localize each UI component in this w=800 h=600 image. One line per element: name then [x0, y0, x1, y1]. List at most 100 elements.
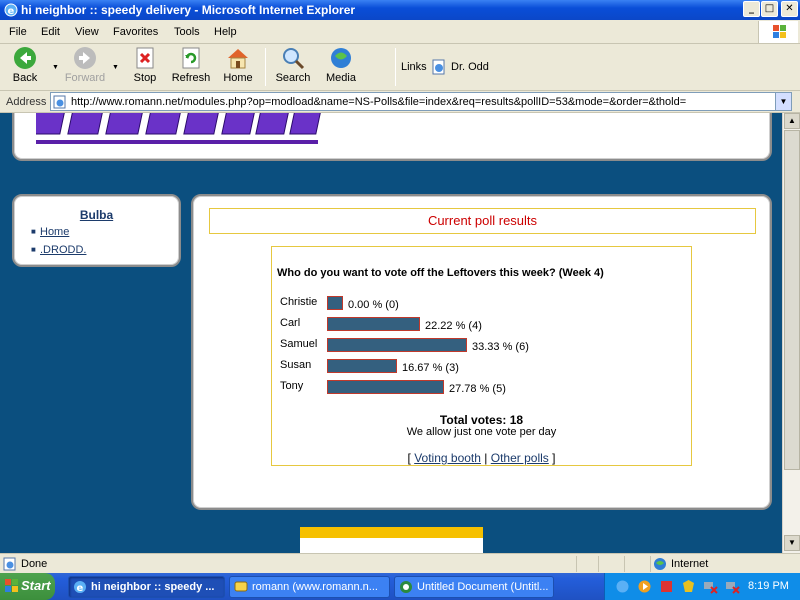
ie-tray-icon[interactable]: [615, 579, 630, 594]
stop-button[interactable]: Stop: [128, 46, 162, 84]
windows-start-icon: [5, 579, 18, 592]
poll-option-percent: 27.78 % (5): [449, 383, 506, 395]
poll-result-bar: [327, 359, 397, 373]
bullet-icon: ■: [31, 245, 36, 254]
sidebar-title[interactable]: Bulba: [14, 208, 179, 222]
link-dr-odd[interactable]: Dr. Odd: [451, 61, 489, 73]
home-button[interactable]: Home: [220, 46, 256, 84]
menu-tools[interactable]: Tools: [174, 26, 200, 38]
chat-icon: [234, 581, 248, 592]
network-error-icon-2[interactable]: [725, 579, 740, 594]
task-messenger[interactable]: romann (www.romann.n...: [229, 576, 390, 598]
ie-icon: e: [4, 3, 18, 17]
app-tray-icon[interactable]: [659, 579, 674, 594]
vertical-scrollbar[interactable]: ▲ ▼: [782, 113, 800, 553]
main-content: Current poll results Who do you want to …: [191, 194, 772, 510]
address-input[interactable]: http://www.romann.net/modules.php?op=mod…: [50, 92, 792, 111]
link-separator: |: [484, 451, 488, 465]
search-icon: [283, 48, 305, 70]
menu-help[interactable]: Help: [214, 26, 237, 38]
bracket-close: ]: [552, 451, 556, 465]
total-votes: Total votes: 18: [439, 413, 524, 427]
banner-stripe: [300, 527, 483, 538]
maximize-button[interactable]: □: [761, 1, 778, 17]
start-button[interactable]: Start: [0, 573, 55, 600]
sidebar-block: Bulba ■ Home ■ .DRODD.: [12, 194, 181, 267]
svg-text:e: e: [77, 583, 84, 594]
dreamweaver-icon: [400, 581, 412, 593]
minimize-button[interactable]: _: [743, 1, 760, 17]
address-dropdown-icon[interactable]: ▼: [775, 93, 791, 110]
windows-flag-icon: [773, 25, 786, 38]
page-done-icon: [3, 557, 16, 571]
poll-links: [ Voting booth | Other polls ]: [272, 451, 691, 465]
menu-favorites[interactable]: Favorites: [113, 26, 158, 38]
toolbar: Back ▼ Forward ▼ Stop Refresh Home Searc…: [0, 44, 800, 91]
media-player-icon[interactable]: [637, 579, 652, 594]
voting-booth-link[interactable]: Voting booth: [414, 451, 481, 465]
refresh-icon: [182, 47, 200, 69]
security-tray-icon[interactable]: [681, 579, 696, 594]
back-button[interactable]: Back: [6, 46, 44, 84]
footer-banner[interactable]: [300, 527, 483, 553]
stop-icon: [136, 47, 154, 69]
status-segment: [598, 556, 624, 572]
poll-option-percent: 33.33 % (6): [472, 341, 529, 353]
task-untitled-document[interactable]: Untitled Document (Untitl...: [394, 576, 554, 598]
title-bar[interactable]: e hi neighbor :: speedy delivery - Micro…: [0, 0, 800, 20]
windows-logo: [758, 21, 798, 43]
forward-button[interactable]: Forward: [62, 46, 108, 84]
poll-results-box: Who do you want to vote off the Leftover…: [271, 246, 692, 466]
clock: 8:19 PM: [748, 580, 789, 592]
page-link-icon: [432, 59, 445, 75]
address-label: Address: [6, 96, 47, 108]
poll-result-bar: [327, 296, 343, 310]
poll-option-name: Samuel: [280, 338, 318, 350]
menu-edit[interactable]: Edit: [41, 26, 60, 38]
status-segment: [576, 556, 598, 572]
network-error-icon[interactable]: [703, 579, 718, 594]
other-polls-link[interactable]: Other polls: [491, 451, 549, 465]
sidebar-link-drodd[interactable]: .DRODD.: [40, 244, 86, 256]
close-button[interactable]: ✕: [781, 1, 798, 17]
toolbar-separator: [395, 48, 396, 86]
taskbar: Start e hi neighbor :: speedy ... romann…: [0, 573, 800, 600]
poll-option-name: Christie: [280, 296, 318, 308]
links-label: Links: [401, 61, 427, 73]
internet-globe-icon: [654, 558, 666, 570]
bullet-icon: ■: [31, 227, 36, 236]
poll-question: Who do you want to vote off the Leftover…: [277, 267, 604, 279]
poll-option-row: Samuel 33.33 % (6): [272, 338, 687, 356]
menu-file[interactable]: File: [9, 26, 27, 38]
system-tray: 8:19 PM: [604, 573, 800, 600]
security-zone: Internet: [650, 556, 800, 572]
poll-option-name: Carl: [280, 317, 301, 329]
media-button[interactable]: Media: [323, 46, 359, 84]
back-dropdown-icon[interactable]: ▼: [52, 64, 59, 71]
scroll-down-icon[interactable]: ▼: [784, 535, 800, 551]
task-ie-window[interactable]: e hi neighbor :: speedy ...: [68, 576, 225, 598]
sidebar-link-home[interactable]: Home: [40, 226, 69, 238]
poll-option-percent: 16.67 % (3): [402, 362, 459, 374]
forward-arrow-icon: [74, 47, 96, 69]
poll-option-row: Carl 22.22 % (4): [272, 317, 687, 335]
menu-view[interactable]: View: [75, 26, 99, 38]
logo-underline: [36, 140, 318, 144]
forward-dropdown-icon[interactable]: ▼: [112, 64, 119, 71]
status-bar: Done Internet: [0, 553, 800, 573]
poll-option-row: Susan 16.67 % (3): [272, 359, 687, 377]
scroll-thumb[interactable]: [784, 130, 800, 470]
status-segment: [624, 556, 650, 572]
scroll-up-icon[interactable]: ▲: [784, 113, 800, 129]
back-arrow-icon: [14, 47, 36, 69]
search-button[interactable]: Search: [274, 46, 312, 84]
site-header: [12, 113, 772, 161]
poll-option-percent: 22.22 % (4): [425, 320, 482, 332]
svg-text:e: e: [8, 6, 15, 17]
window-title: hi neighbor :: speedy delivery - Microso…: [21, 3, 356, 17]
address-url: http://www.romann.net/modules.php?op=mod…: [71, 96, 687, 108]
refresh-button[interactable]: Refresh: [169, 46, 213, 84]
poll-option-name: Tony: [280, 380, 304, 392]
vote-note: We allow just one vote per day: [406, 426, 557, 438]
media-icon: [331, 48, 351, 68]
